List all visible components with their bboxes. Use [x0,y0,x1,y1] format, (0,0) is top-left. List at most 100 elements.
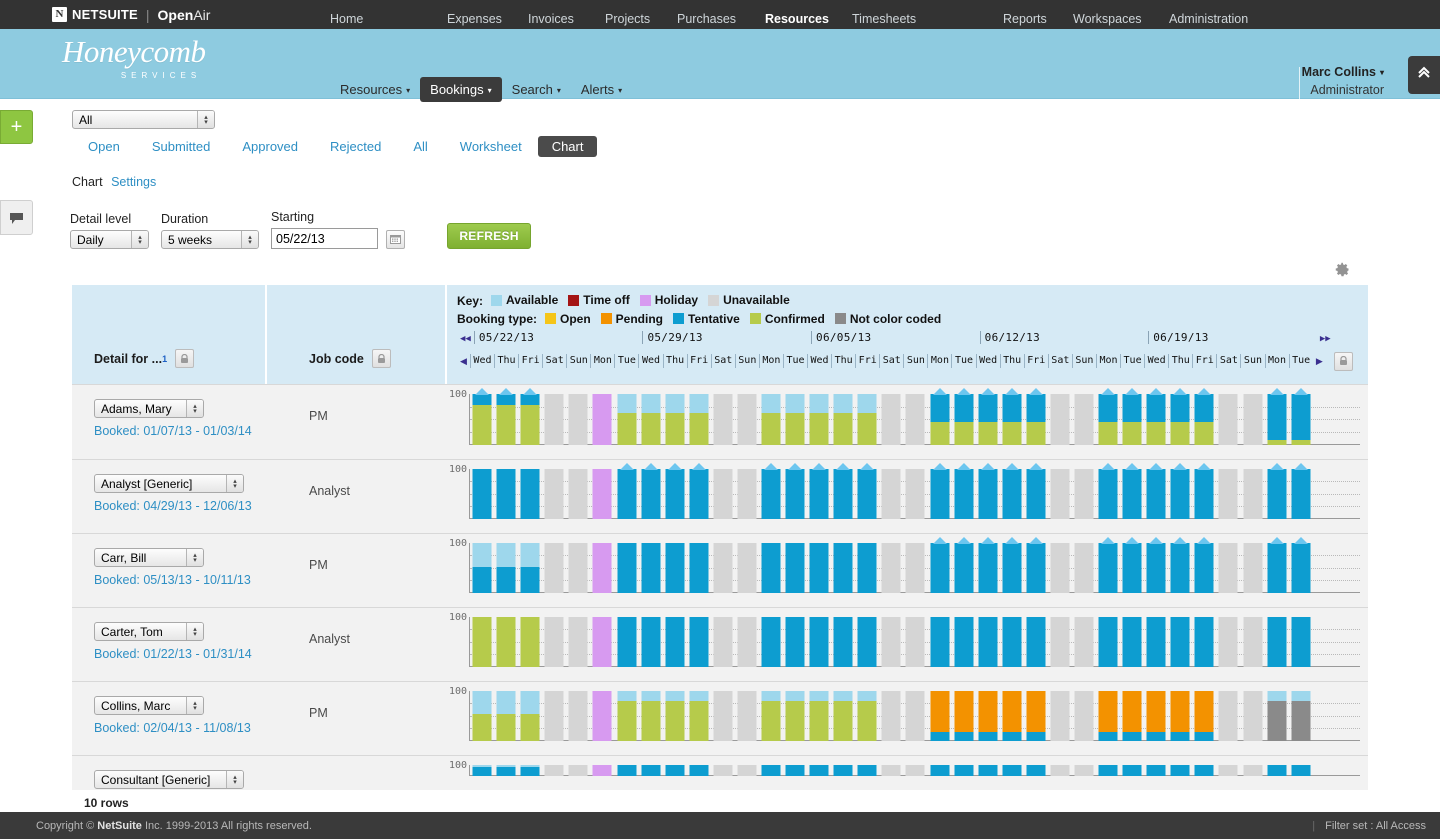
bar[interactable] [810,765,829,776]
day-slot[interactable] [807,469,831,519]
bar[interactable] [786,691,805,741]
bar[interactable] [906,765,925,776]
day-slot[interactable] [518,543,542,593]
day-slot[interactable] [879,617,903,667]
day-slot[interactable] [614,394,638,445]
bar[interactable] [1002,765,1021,776]
day-slot[interactable] [639,394,663,445]
bar[interactable] [521,469,540,519]
tab-approved[interactable]: Approved [226,136,314,157]
bar[interactable] [1267,543,1286,593]
skip-forward-icon[interactable]: ▶▶ [1320,334,1331,344]
bar[interactable] [545,617,564,667]
day-slot[interactable] [807,617,831,667]
day-slot[interactable] [1289,617,1313,667]
day-slot[interactable] [590,543,614,593]
day-slot[interactable] [1048,543,1072,593]
bar[interactable] [473,617,492,667]
bar[interactable] [1002,617,1021,667]
day-slot[interactable] [1265,394,1289,445]
bar[interactable] [1050,543,1069,593]
day-slot[interactable] [735,543,759,593]
bar[interactable] [713,543,732,593]
bar[interactable] [1026,617,1045,667]
bar[interactable] [665,543,684,593]
bar[interactable] [1123,543,1142,593]
bar[interactable] [569,691,588,741]
bar[interactable] [1171,543,1190,593]
day-slot[interactable] [470,765,494,776]
bar[interactable] [1267,394,1286,445]
booked-range[interactable]: Booked: 01/22/13 - 01/31/14 [94,647,267,661]
bar[interactable] [641,617,660,667]
day-slot[interactable] [518,469,542,519]
resource-select[interactable]: Adams, Mary▴▾ [94,399,204,418]
bar[interactable] [834,617,853,667]
day-slot[interactable] [783,469,807,519]
bar[interactable] [1219,691,1238,741]
bar[interactable] [1123,691,1142,741]
bar[interactable] [1267,691,1286,741]
day-slot[interactable] [590,765,614,776]
day-slot[interactable] [1048,617,1072,667]
day-slot[interactable] [927,469,951,519]
day-slot[interactable] [1192,469,1216,519]
day-slot[interactable] [494,765,518,776]
bar[interactable] [978,765,997,776]
bar[interactable] [521,617,540,667]
bar[interactable] [786,469,805,519]
bar[interactable] [930,543,949,593]
bar[interactable] [665,394,684,445]
bar[interactable] [689,543,708,593]
bar[interactable] [1147,617,1166,667]
bar[interactable] [858,543,877,593]
bar[interactable] [1002,543,1021,593]
bar[interactable] [882,469,901,519]
day-slot[interactable] [542,543,566,593]
bar[interactable] [593,543,612,593]
day-slot[interactable] [1216,469,1240,519]
bar[interactable] [1074,394,1093,445]
bar[interactable] [569,765,588,776]
bar[interactable] [713,469,732,519]
bar[interactable] [930,617,949,667]
day-slot[interactable] [1168,394,1192,445]
day-slot[interactable] [590,617,614,667]
day-slot[interactable] [1096,394,1120,445]
day-slot[interactable] [1216,691,1240,741]
menu-item-alerts[interactable]: Alerts▾ [571,77,632,102]
bar[interactable] [906,469,925,519]
day-slot[interactable] [470,394,494,445]
day-slot[interactable] [1024,543,1048,593]
day-slot[interactable] [1216,765,1240,776]
bar[interactable] [1171,469,1190,519]
bar[interactable] [1267,469,1286,519]
day-slot[interactable] [1265,765,1289,776]
step-forward-icon[interactable]: ▶ [1316,356,1323,367]
day-slot[interactable] [1192,765,1216,776]
bar[interactable] [834,394,853,445]
bar[interactable] [1026,543,1045,593]
day-slot[interactable] [470,691,494,741]
day-slot[interactable] [566,691,590,741]
bar[interactable] [545,469,564,519]
day-slot[interactable] [783,765,807,776]
day-slot[interactable] [976,617,1000,667]
day-slot[interactable] [711,394,735,445]
day-slot[interactable] [927,394,951,445]
bar[interactable] [906,543,925,593]
day-slot[interactable] [879,543,903,593]
bar[interactable] [521,394,540,445]
day-slot[interactable] [687,617,711,667]
day-slot[interactable] [566,543,590,593]
bar[interactable] [593,691,612,741]
day-slot[interactable] [494,394,518,445]
user-menu[interactable]: Marc Collins▾ Administrator [1302,65,1392,97]
day-slot[interactable] [1048,765,1072,776]
filter-select[interactable]: All ▴▾ [72,110,215,129]
bar[interactable] [1050,691,1069,741]
day-slot[interactable] [663,469,687,519]
starting-date-input[interactable] [271,228,378,249]
day-slot[interactable] [1120,617,1144,667]
day-slot[interactable] [976,765,1000,776]
